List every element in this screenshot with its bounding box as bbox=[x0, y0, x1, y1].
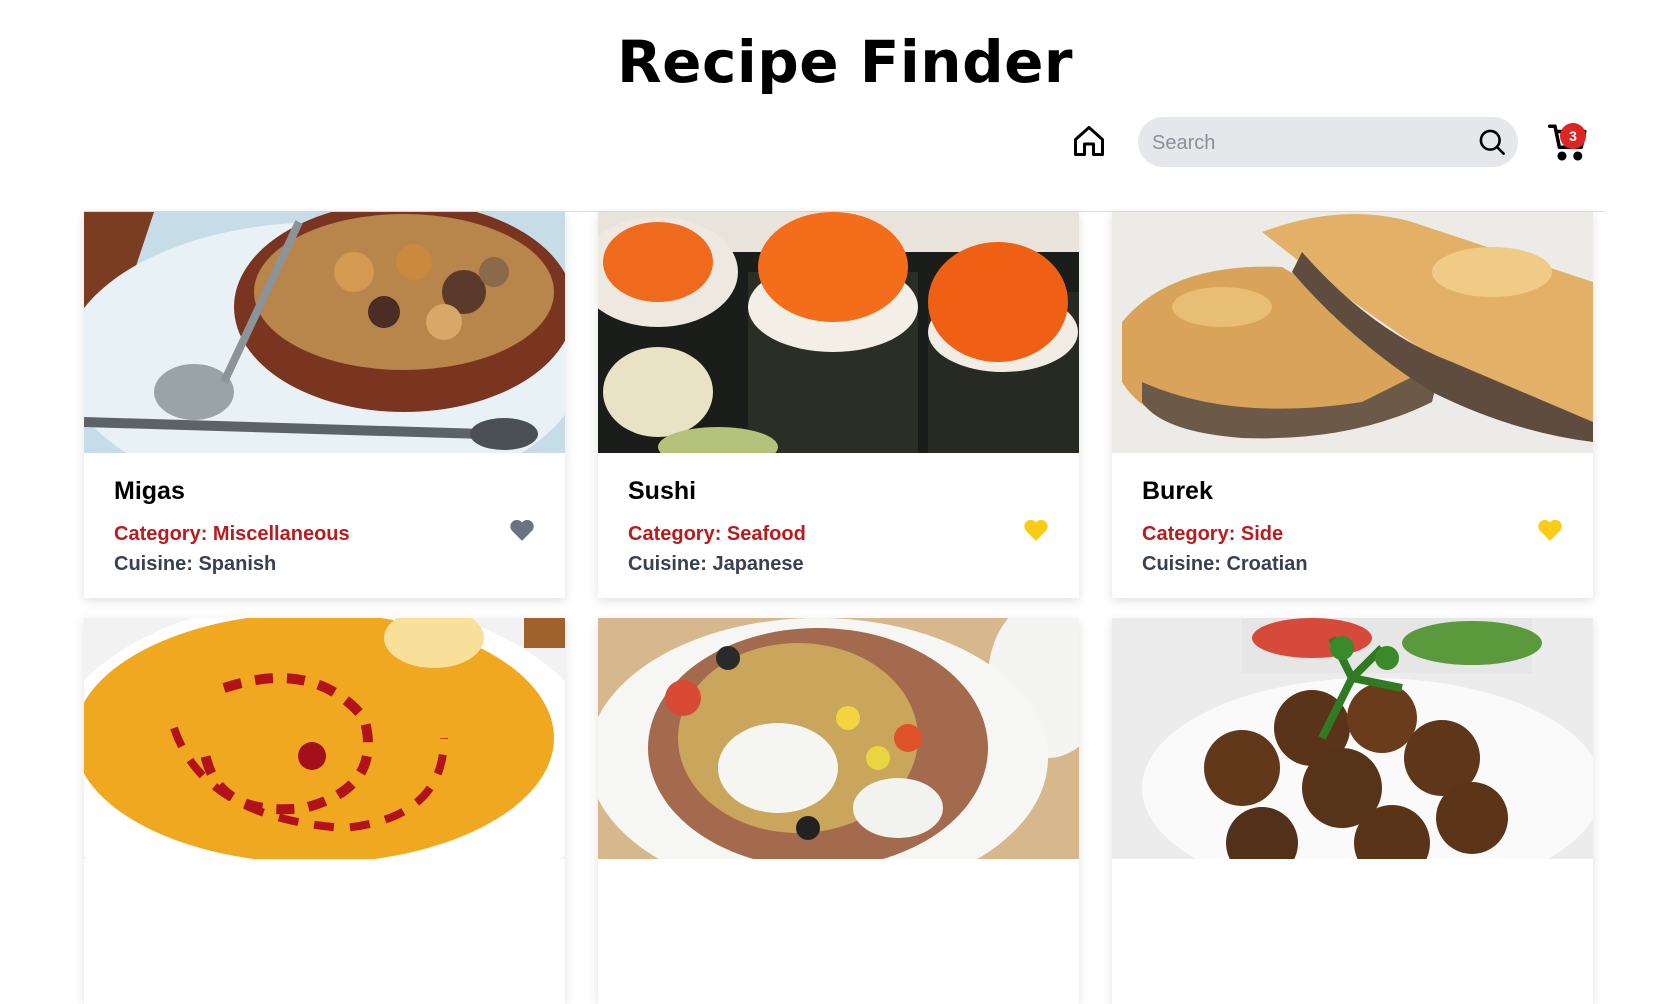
recipe-card[interactable]: Migas Category: Miscellaneous Cuisine: S… bbox=[84, 212, 565, 598]
recipe-grid: Migas Category: Miscellaneous Cuisine: S… bbox=[0, 0, 1669, 1004]
recipe-cuisine: Cuisine: Spanish bbox=[114, 553, 277, 575]
recipe-image bbox=[1112, 618, 1593, 859]
recipe-category: Category: Seafood bbox=[628, 523, 806, 545]
recipe-cuisine: Cuisine: Japanese bbox=[628, 553, 804, 575]
recipe-cuisine: Cuisine: Croatian bbox=[1142, 553, 1308, 575]
recipe-name: Burek bbox=[1142, 477, 1213, 505]
recipe-card[interactable]: Burek Category: Side Cuisine: Croatian bbox=[1112, 212, 1593, 598]
recipe-category: Category: Side bbox=[1142, 523, 1284, 545]
recipe-card[interactable] bbox=[84, 618, 565, 1004]
recipe-card[interactable] bbox=[598, 618, 1079, 1004]
recipe-card[interactable]: Sushi Category: Seafood Cuisine: Japanes… bbox=[598, 212, 1079, 598]
heart-icon[interactable] bbox=[509, 518, 535, 542]
recipe-category: Category: Miscellaneous bbox=[114, 523, 350, 545]
heart-icon[interactable] bbox=[1023, 518, 1049, 542]
recipe-image bbox=[598, 618, 1079, 859]
recipe-image bbox=[84, 212, 565, 453]
recipe-name: Sushi bbox=[628, 477, 697, 505]
recipe-image bbox=[84, 618, 565, 859]
recipe-image bbox=[1112, 212, 1593, 453]
recipe-image bbox=[598, 212, 1079, 453]
heart-icon[interactable] bbox=[1537, 518, 1563, 542]
recipe-card[interactable] bbox=[1112, 618, 1593, 1004]
recipe-name: Migas bbox=[114, 477, 185, 505]
